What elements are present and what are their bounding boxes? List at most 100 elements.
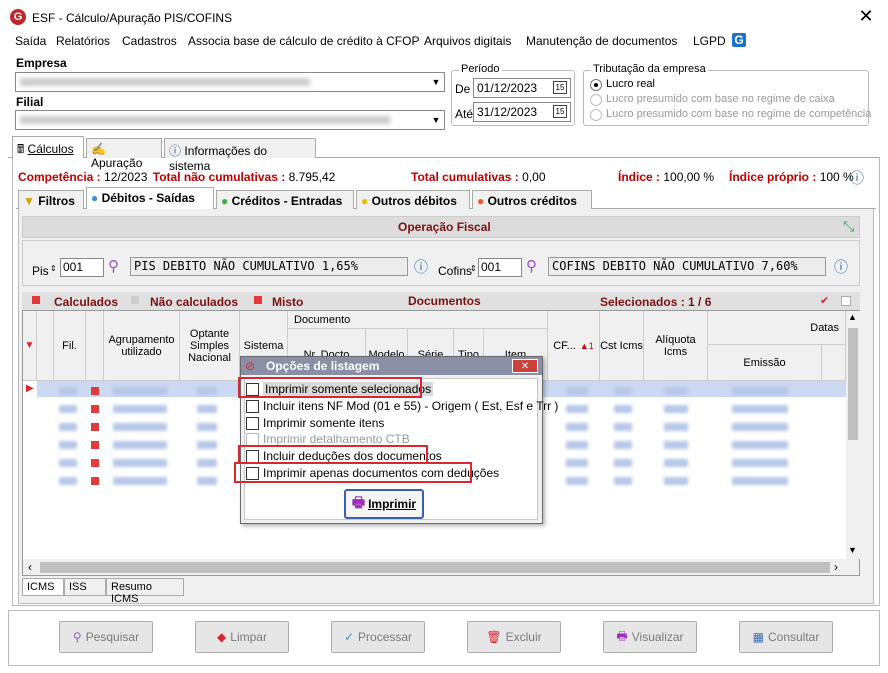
cst-header[interactable]: Cst Icms	[600, 311, 644, 381]
indice-proprio-value: 100 %	[819, 170, 854, 184]
left-rows-redacted	[37, 383, 230, 495]
consultar-button[interactable]: ▦ Consultar	[739, 621, 833, 653]
empresa-value-redacted	[20, 78, 310, 86]
menu-bar: Saída Relatórios Cadastros Associa base …	[0, 32, 888, 52]
calendar-icon[interactable]: 15	[553, 105, 567, 118]
check-icon: ✓	[343, 630, 355, 644]
cfop-header-label: CF...	[553, 339, 576, 352]
fil-header-label: Fil.	[62, 339, 77, 352]
tab-icms[interactable]: ICMS	[22, 578, 64, 596]
hscroll-thumb[interactable]	[40, 562, 830, 573]
tab-debitos-saidas[interactable]: ● Débitos - Saídas	[86, 187, 214, 209]
sistema-header-label: Sistema	[243, 339, 284, 352]
pesquisar-label: Pesquisar	[85, 630, 140, 644]
lgpd-icon[interactable]: G	[732, 33, 746, 47]
chevron-down-icon[interactable]: ▼	[428, 111, 444, 129]
calculados-swatch	[32, 296, 40, 304]
calendar-icon[interactable]: 15	[553, 81, 567, 94]
filial-label: Filial	[16, 95, 44, 109]
grid-icon: ▦	[752, 630, 764, 644]
tab-creditos-entradas[interactable]: ● Créditos - Entradas	[216, 190, 354, 210]
cofins-code-field[interactable]: 001	[478, 258, 522, 277]
filial-select[interactable]: ▼	[15, 110, 445, 130]
tab-calculos-label: Cálculos	[27, 142, 74, 156]
visualizar-label: Visualizar	[631, 630, 684, 644]
opt-incluir-itens-checkbox[interactable]	[246, 400, 259, 413]
info-icon[interactable]: ⓘ	[834, 257, 848, 277]
competencia-value: 12/2023	[104, 170, 148, 184]
status-header	[86, 311, 104, 381]
scroll-left-icon[interactable]: ‹	[28, 560, 32, 574]
scroll-thumb[interactable]	[848, 328, 858, 440]
check-all-icon[interactable]: ✔	[820, 294, 829, 307]
excluir-button[interactable]: 🗑 Excluir	[467, 621, 561, 653]
tab-debitos-label: Débitos - Saídas	[101, 191, 195, 205]
emissao-header[interactable]: Emissão	[708, 345, 822, 381]
de-label: De	[455, 82, 471, 96]
scroll-up-icon[interactable]: ▲	[848, 312, 857, 322]
limpar-button[interactable]: ◆ Limpar	[195, 621, 289, 653]
tab-filtros[interactable]: ▼ Filtros	[18, 190, 84, 210]
menu-associa[interactable]: Associa base de cálculo de crédito à CFO…	[188, 34, 419, 48]
nao-calculados-swatch	[131, 296, 139, 304]
menu-cadastros[interactable]: Cadastros	[122, 34, 177, 48]
menu-arquivos[interactable]: Arquivos digitais	[424, 34, 511, 48]
agrupamento-header[interactable]: Agrupamento utilizado	[104, 311, 180, 381]
selecionados-label: Selecionados : 1 / 6	[600, 295, 712, 309]
periodo-label: Período	[459, 63, 502, 75]
optante-header[interactable]: Optante Simples Nacional	[180, 311, 240, 381]
radio-presumido-competencia[interactable]	[590, 109, 602, 121]
fil-header[interactable]: Fil.	[54, 311, 86, 381]
pesquisar-button[interactable]: ⚲ Pesquisar	[59, 621, 153, 653]
dialog-logo-icon: ⊘	[245, 359, 256, 373]
uncheck-all-icon[interactable]	[841, 296, 851, 306]
tab-outros-debitos[interactable]: ● Outros débitos	[356, 190, 470, 210]
empresa-select[interactable]: ▼	[15, 72, 445, 92]
info-icon[interactable]: ⓘ	[850, 168, 864, 188]
imprimir-button[interactable]: 🖶 Imprimir	[344, 489, 424, 519]
menu-saida[interactable]: Saída	[15, 34, 46, 48]
tab-outros-creditos[interactable]: ● Outros créditos	[472, 190, 592, 210]
trash-icon: 🗑	[486, 630, 502, 644]
info-icon[interactable]: ⓘ	[414, 257, 428, 277]
cofins-code-value: 001	[481, 260, 502, 274]
chevron-down-icon[interactable]: ▼	[428, 73, 444, 91]
radio-presumido-caixa[interactable]	[590, 94, 602, 106]
datas-group-header: Datas	[708, 311, 846, 345]
cfop-header[interactable]: CF... ▲1	[548, 311, 600, 381]
aliquota-header-label: Alíquota Icms	[655, 333, 696, 358]
scroll-right-icon[interactable]: ›	[834, 560, 838, 574]
opt-somente-itens-checkbox[interactable]	[246, 417, 259, 430]
info-icon: ⓘ	[169, 144, 182, 158]
processar-button[interactable]: ✓ Processar	[331, 621, 425, 653]
scroll-down-icon[interactable]: ▼	[848, 545, 857, 555]
tab-apuracao[interactable]: ✍ Apuração	[86, 138, 162, 170]
expand-icon[interactable]: ⤡	[843, 218, 854, 235]
radio-lucro-real-label: Lucro real	[606, 78, 655, 90]
tab-iss-label: ISS	[69, 581, 87, 593]
search-icon[interactable]: ⚲	[108, 257, 119, 275]
tab-resumo-icms[interactable]: Resumo ICMS	[106, 578, 184, 605]
hand-icon: ✍	[91, 142, 106, 156]
close-icon[interactable]: ✕	[856, 6, 876, 26]
tab-iss[interactable]: ISS	[64, 578, 106, 596]
menu-manutencao[interactable]: Manutenção de documentos	[526, 34, 677, 48]
pis-code-field[interactable]: 001	[60, 258, 104, 277]
dialog-close-icon[interactable]: ✕	[512, 359, 538, 373]
tab-informacoes[interactable]: ⓘ Informações do sistema	[164, 138, 316, 173]
tab-calculos[interactable]: 🖩 Cálculos	[12, 136, 84, 158]
agrupamento-header-label: Agrupamento utilizado	[108, 333, 175, 358]
calculator-icon: 🖩	[17, 142, 25, 156]
menu-relatorios[interactable]: Relatórios	[56, 34, 110, 48]
sort-icon: ⇕	[470, 264, 477, 273]
search-icon[interactable]: ⚲	[526, 257, 537, 275]
tab-outros-debitos-label: Outros débitos	[371, 194, 457, 208]
radio-lucro-real[interactable]	[590, 79, 602, 91]
data-ate-value: 31/12/2023	[477, 105, 538, 119]
calculados-label: Calculados	[54, 295, 119, 309]
aliquota-header[interactable]: Alíquota Icms	[644, 311, 708, 381]
indice-proprio: Índice próprio : 100 %	[729, 170, 854, 184]
visualizar-button[interactable]: 🖶 Visualizar	[603, 621, 697, 653]
menu-lgpd[interactable]: LGPD	[693, 34, 726, 48]
data-de-value: 01/12/2023	[477, 81, 538, 95]
